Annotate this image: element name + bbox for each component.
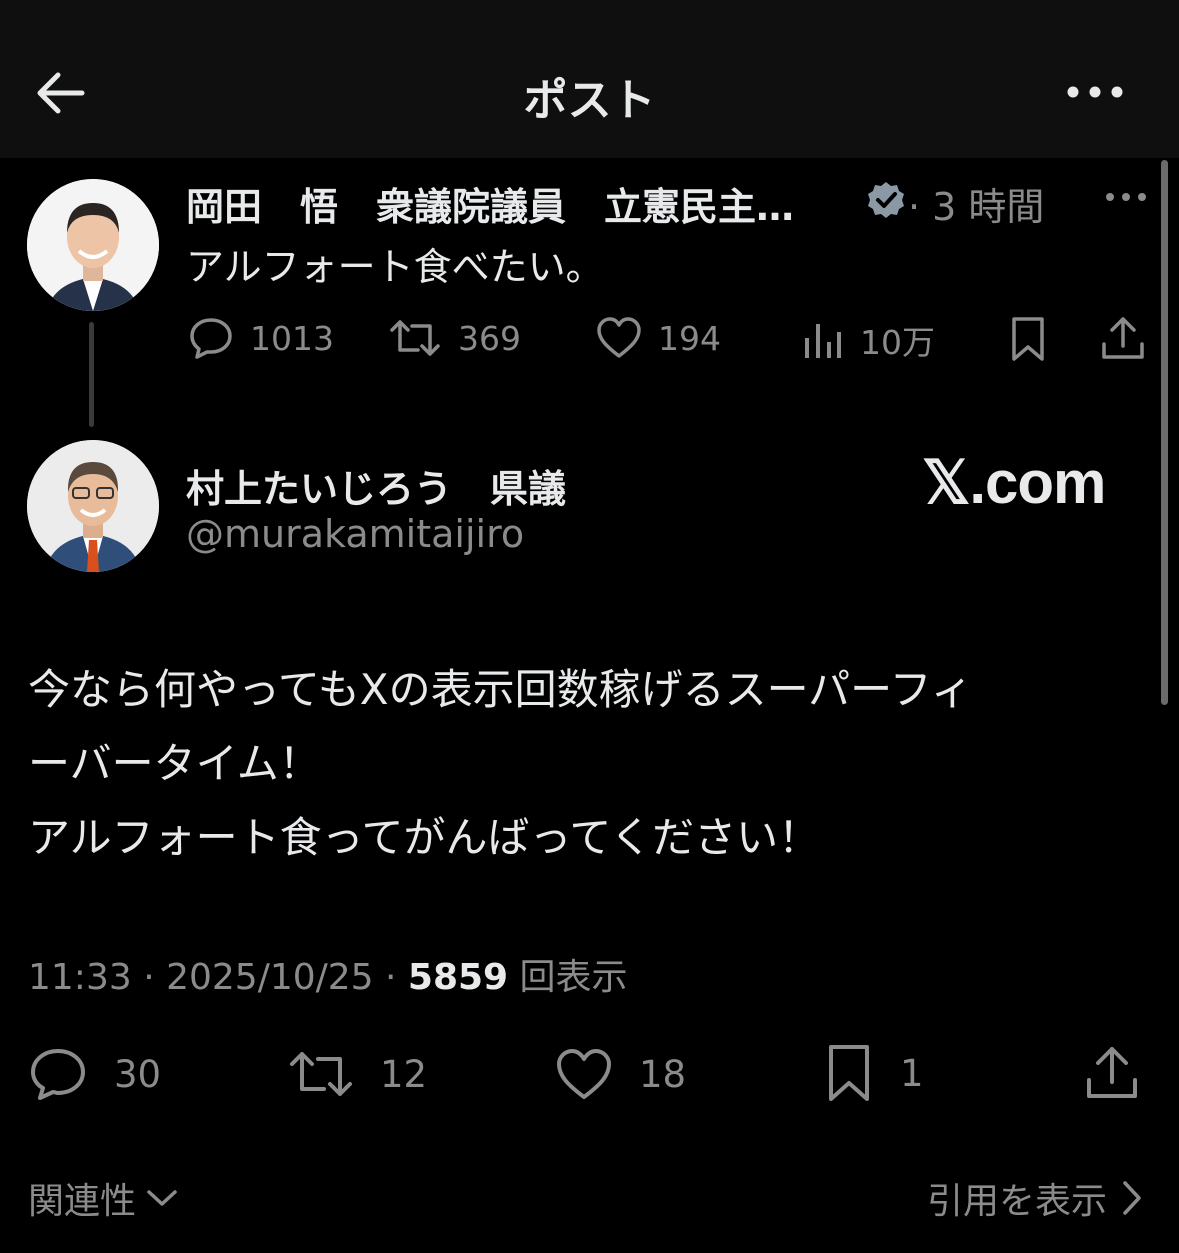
views-label: 回表示 (508, 957, 628, 998)
sort-label: 関連性 (28, 1181, 137, 1222)
share-icon[interactable] (1084, 1044, 1140, 1102)
views-button[interactable]: 10万 (802, 316, 935, 364)
like-count: 194 (658, 318, 721, 358)
bookmark-icon (829, 1045, 869, 1101)
reply-icon (31, 1049, 85, 1100)
repost-icon (290, 1052, 352, 1096)
more-horizontal-icon[interactable] (1104, 190, 1148, 204)
reply-count: 1013 (250, 318, 334, 358)
top-bar: ポスト (0, 0, 1179, 158)
repost-icon (390, 320, 440, 356)
author-name[interactable]: 村上たいじろう 県議 (186, 458, 566, 513)
x-com-watermark: 𝕏.com (922, 449, 1106, 516)
views-count: 5859 (407, 957, 509, 998)
avatar[interactable] (27, 179, 159, 311)
post-timestamp[interactable]: 11:33 · 2025/10/25 · (28, 957, 408, 998)
thread-connector (89, 322, 94, 427)
view-quotes-link[interactable]: 引用を表示 (927, 1172, 1143, 1224)
post-time: · 3 時間 (908, 185, 1045, 229)
reply-count: 30 (114, 1052, 162, 1096)
reply-icon (190, 318, 232, 359)
share-icon[interactable] (1100, 314, 1146, 362)
like-button[interactable]: 194 (596, 316, 721, 360)
analytics-icon (805, 324, 841, 358)
view-quotes-label: 引用を表示 (926, 1181, 1107, 1222)
repost-count: 369 (458, 318, 521, 358)
repost-count: 12 (380, 1052, 428, 1096)
bookmark-icon[interactable] (1008, 316, 1048, 362)
bookmark-count: 1 (900, 1051, 924, 1095)
page-title: ポスト (523, 75, 656, 126)
post-meta: 11:33 · 2025/10/25 · 5859 回表示 (28, 948, 628, 1000)
post-text: 今なら何やってもXの表示回数稼げるスーパーフィ ーバータイム！ アルフォート食っ… (28, 653, 1128, 875)
author-handle[interactable]: @murakamitaijiro (186, 512, 524, 556)
post-text-line: 今なら何やってもXの表示回数稼げるスーパーフィ (28, 665, 973, 714)
scrollbar[interactable] (1161, 160, 1168, 705)
verified-badge-icon (868, 182, 904, 218)
heart-icon (557, 1049, 611, 1099)
more-horizontal-icon[interactable] (1064, 80, 1126, 104)
like-button[interactable]: 18 (555, 1047, 686, 1101)
heart-icon (597, 317, 641, 358)
sort-dropdown[interactable]: 関連性 (28, 1172, 178, 1224)
like-count: 18 (639, 1052, 687, 1096)
bookmark-button[interactable]: 1 (824, 1043, 924, 1103)
repost-button[interactable]: 12 (288, 1047, 427, 1101)
reply-button[interactable]: 30 (28, 1047, 161, 1101)
avatar-photo (27, 179, 159, 311)
post-text-line: アルフォート食ってがんばってください！ (28, 813, 821, 862)
reply-button[interactable]: 1013 (188, 316, 334, 360)
avatar[interactable] (27, 440, 159, 572)
author-name[interactable]: 岡田 悟 衆議院議員 立憲民主… (186, 176, 794, 231)
avatar-photo (27, 440, 159, 572)
repost-button[interactable]: 369 (388, 316, 521, 360)
post-text-line: ーバータイム！ (28, 739, 321, 788)
views-count: 10万 (860, 323, 935, 362)
chevron-down-icon (147, 1190, 177, 1206)
post-text: アルフォート食べたい。 (186, 245, 604, 289)
chevron-right-icon (1123, 1181, 1141, 1215)
